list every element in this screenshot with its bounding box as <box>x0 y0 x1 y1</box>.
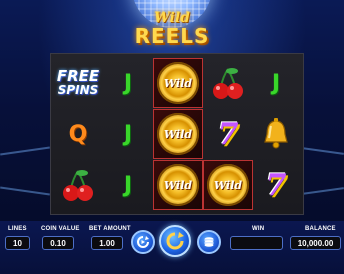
balance-label: BALANCE <box>305 226 336 232</box>
win-label: WIN <box>252 226 265 232</box>
free-spins-bottom-text: SPINS <box>57 83 99 97</box>
control-bar: LINES 10 COIN VALUE 0.10 BET AMOUNT 1.00 <box>0 221 344 274</box>
lines-label: LINES <box>8 226 27 232</box>
wild-disc-icon: Wild <box>157 113 199 155</box>
light-streak <box>0 146 50 156</box>
wild-text: Wild <box>163 76 193 90</box>
lines-value[interactable]: 10 <box>5 236 30 250</box>
j-symbol: J <box>103 109 153 159</box>
free-spins-top-text: FREE <box>56 67 100 85</box>
j-symbol-text: J <box>123 70 133 96</box>
wild-text: Wild <box>213 178 243 192</box>
autoplay-icon <box>137 236 149 248</box>
q-symbol: Q <box>53 109 103 159</box>
bet-amount-field[interactable]: 1.00 <box>91 236 123 250</box>
coin-value-label: COIN VALUE <box>41 226 80 232</box>
win-field <box>230 236 283 250</box>
spin-icon <box>166 232 184 250</box>
balance-field: 10,000.00 <box>290 236 341 250</box>
wild-disc-icon: Wild <box>157 164 199 206</box>
autoplay-button[interactable] <box>131 230 155 254</box>
j-symbol-text: J <box>123 172 133 198</box>
q-symbol-text: Q <box>68 121 88 147</box>
j-symbol: J <box>251 58 301 108</box>
seven-symbol: 7 <box>203 109 253 159</box>
light-streak <box>302 147 344 155</box>
j-symbol-text: J <box>271 70 281 96</box>
cherry-icon <box>213 68 243 99</box>
cherry-icon <box>63 170 93 201</box>
cherry-symbol <box>203 58 253 108</box>
coin-stack-icon <box>204 237 214 247</box>
game-logo-bottom: REELS <box>134 24 210 48</box>
wild-text: Wild <box>163 127 193 141</box>
wild-symbol: Wild <box>153 109 203 159</box>
light-streak <box>302 187 344 195</box>
seven-symbol-text: 7 <box>217 116 239 152</box>
bell-symbol <box>251 109 301 159</box>
game-background: Wild REELS FREE SPINS Q J J J Wild Wild … <box>0 0 344 274</box>
wild-disc-icon: Wild <box>157 62 199 104</box>
j-symbol: J <box>103 58 153 108</box>
spin-button[interactable] <box>159 225 191 257</box>
coin-value-field[interactable]: 0.10 <box>42 236 74 250</box>
wild-symbol: Wild <box>153 160 203 210</box>
seven-symbol-text: 7 <box>265 167 287 203</box>
wild-disc-icon: Wild <box>207 164 249 206</box>
j-symbol: J <box>103 160 153 210</box>
light-streak <box>0 186 50 196</box>
reel-window: FREE SPINS Q J J J Wild Wild Wild 7 Wild… <box>50 53 304 215</box>
wild-text: Wild <box>163 178 193 192</box>
cherry-symbol <box>53 160 103 210</box>
seven-symbol: 7 <box>251 160 301 210</box>
j-symbol-text: J <box>123 121 133 147</box>
wild-symbol: Wild <box>203 160 253 210</box>
bet-amount-label: BET AMOUNT <box>89 226 131 232</box>
max-bet-button[interactable] <box>197 230 221 254</box>
free-spins-symbol: FREE SPINS <box>53 58 103 108</box>
wild-symbol: Wild <box>153 58 203 108</box>
bell-icon <box>264 118 288 149</box>
